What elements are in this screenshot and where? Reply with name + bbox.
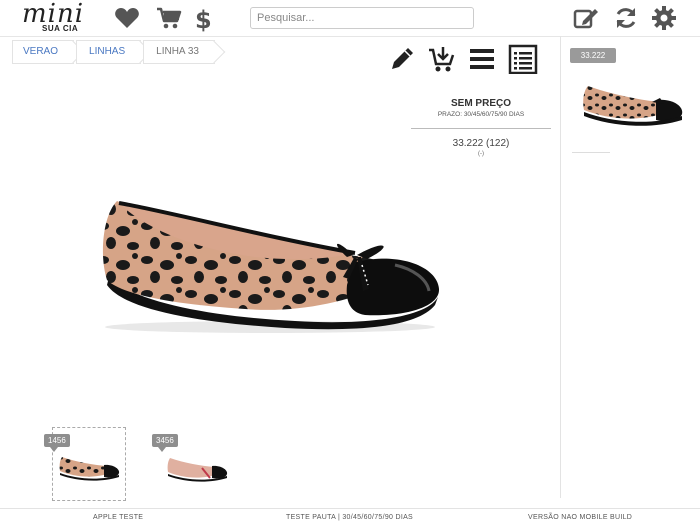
sidebar-divider <box>560 36 561 498</box>
menu-icon[interactable] <box>468 44 496 74</box>
footer: APPLE TESTE TESTE PAUTA | 30/45/60/75/90… <box>0 508 700 526</box>
dollar-icon[interactable]: $ <box>192 6 218 34</box>
sidebar-product-image[interactable] <box>580 82 684 128</box>
footer-version: VERSÃO NAO MOBILE BUILD <box>528 514 633 521</box>
breadcrumb-item-linhas[interactable]: LINHAS <box>76 40 152 64</box>
gear-icon[interactable] <box>652 6 678 30</box>
breadcrumb-label: LINHAS <box>89 46 126 57</box>
main-product-image[interactable] <box>95 185 445 335</box>
thumbnail-badge: 1456 <box>44 434 70 452</box>
edit-icon[interactable] <box>573 6 599 30</box>
brand-logo[interactable]: mini SUA CIA <box>22 0 86 35</box>
add-to-cart-icon[interactable] <box>428 44 456 74</box>
breadcrumb-item-linha-33: LINHA 33 <box>143 40 226 64</box>
search-input[interactable] <box>250 7 474 29</box>
footer-user: APPLE TESTE <box>93 514 144 521</box>
thumbnail-nude[interactable] <box>166 456 228 482</box>
breadcrumb-label: LINHA 33 <box>156 46 199 57</box>
cart-icon[interactable] <box>156 6 182 30</box>
list-icon[interactable] <box>508 44 538 75</box>
product-code: 33.222 (122) <box>452 138 510 149</box>
heart-icon[interactable] <box>114 6 140 30</box>
payment-terms: PRAZO: 30/45/60/75/90 DIAS <box>437 111 525 118</box>
footer-terms: TESTE PAUTA | 30/45/60/75/90 DIAS <box>286 514 414 521</box>
breadcrumb: VERAO LINHAS LINHA 33 <box>12 40 226 64</box>
sidebar-separator <box>572 152 610 153</box>
pencil-icon[interactable] <box>388 44 416 74</box>
breadcrumb-label: VERAO <box>23 46 59 57</box>
svg-text:$: $ <box>195 6 212 32</box>
logo-subtext: SUA CIA <box>42 24 79 33</box>
thumbnail-badge: 3456 <box>152 434 178 452</box>
price-note: (-) <box>478 151 484 157</box>
refresh-icon[interactable] <box>614 6 640 30</box>
thumbnail-leopard[interactable] <box>58 455 120 481</box>
price-divider <box>411 128 551 129</box>
breadcrumb-item-verao[interactable]: VERAO <box>12 40 85 64</box>
sidebar-product-badge: 33.222 <box>570 48 616 63</box>
price-title: SEM PREÇO <box>450 98 511 109</box>
top-bar: mini SUA CIA $ <box>0 0 700 37</box>
